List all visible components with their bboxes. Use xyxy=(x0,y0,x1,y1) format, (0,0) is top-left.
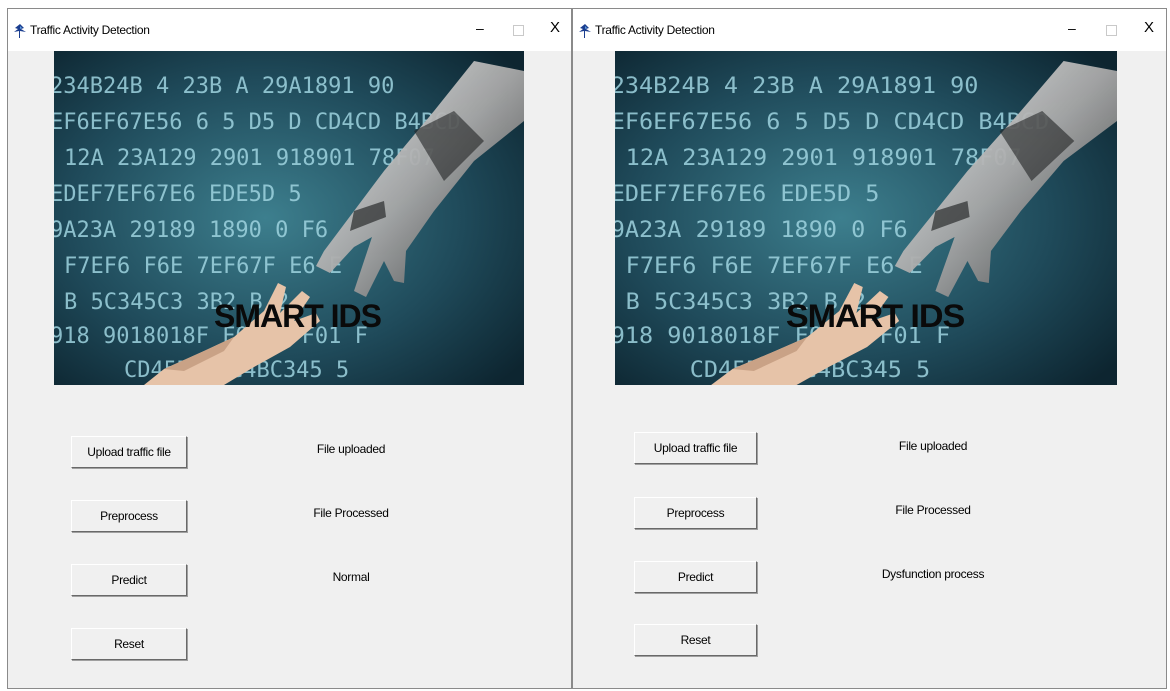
prediction-result-label: Dysfunction process xyxy=(881,567,985,581)
smart-ids-banner-image: 234B24B 4 23B A 29A1891 90 EF6EF67E56 6 … xyxy=(615,51,1117,385)
upload-status-label: File uploaded xyxy=(898,439,968,453)
close-button[interactable]: X xyxy=(550,18,560,38)
upload-traffic-file-button[interactable]: Upload traffic file xyxy=(71,436,187,468)
maximize-button[interactable] xyxy=(1106,25,1117,36)
predict-button[interactable]: Predict xyxy=(71,564,187,596)
title-bar[interactable]: Traffic Activity Detection – X xyxy=(573,9,1166,51)
hex-row: EDEF7EF67E6 EDE5D 5 xyxy=(54,182,302,207)
window-title: Traffic Activity Detection xyxy=(595,23,715,37)
banner-art: 234B24B 4 23B A 29A1891 90 EF6EF67E56 6 … xyxy=(54,51,524,385)
minimize-button[interactable]: – xyxy=(1068,18,1076,38)
hex-row: 234B24B 4 23B A 29A1891 90 xyxy=(54,74,394,99)
app-feather-icon xyxy=(579,24,591,38)
hex-row: F7EF6 F6E 7EF67F E6 E xyxy=(626,254,923,279)
hex-row: 12A 23A129 2901 918901 78F07 xyxy=(64,146,435,171)
banner-art: 234B24B 4 23B A 29A1891 90 EF6EF67E56 6 … xyxy=(615,51,1117,385)
upload-status-label: File uploaded xyxy=(316,442,386,456)
minimize-button[interactable]: – xyxy=(476,18,484,38)
hex-row: EF6EF67E56 6 5 D5 D CD4CD B4BCD xyxy=(615,110,1049,135)
preprocess-button[interactable]: Preprocess xyxy=(71,500,187,532)
banner-title: SMART IDS xyxy=(214,298,382,334)
hex-row: 9A23A 29189 1890 0 F6 xyxy=(615,218,908,243)
hex-row: 234B24B 4 23B A 29A1891 90 xyxy=(615,74,978,99)
hex-row: F7EF6 F6E 7EF67F E6 E xyxy=(64,254,342,279)
maximize-button[interactable] xyxy=(513,25,524,36)
prediction-result-label: Normal xyxy=(332,570,370,584)
preprocess-button[interactable]: Preprocess xyxy=(634,497,757,529)
hex-row: EDEF7EF67E6 EDE5D 5 xyxy=(615,182,879,207)
hex-row: 9A23A 29189 1890 0 F6 xyxy=(54,218,328,243)
upload-traffic-file-button[interactable]: Upload traffic file xyxy=(634,432,757,464)
app-feather-icon xyxy=(14,24,26,38)
smart-ids-banner-image: 234B24B 4 23B A 29A1891 90 EF6EF67E56 6 … xyxy=(54,51,524,385)
reset-button[interactable]: Reset xyxy=(71,628,187,660)
close-button[interactable]: X xyxy=(1144,18,1154,38)
traffic-detection-window-left: Traffic Activity Detection – X 234B24B 4… xyxy=(7,8,572,689)
hex-row: EF6EF67E56 6 5 D5 D CD4CD B4BCD xyxy=(54,110,461,135)
preprocess-status-label: File Processed xyxy=(895,503,971,517)
reset-button[interactable]: Reset xyxy=(634,624,757,656)
traffic-detection-window-right: Traffic Activity Detection – X 234B24B 4… xyxy=(572,8,1167,689)
banner-title: SMART IDS xyxy=(786,299,964,335)
predict-button[interactable]: Predict xyxy=(634,561,757,593)
preprocess-status-label: File Processed xyxy=(313,506,389,520)
hex-row: 12A 23A129 2901 918901 78F07 xyxy=(626,146,1022,171)
window-title: Traffic Activity Detection xyxy=(30,23,150,37)
title-bar[interactable]: Traffic Activity Detection – X xyxy=(8,9,571,51)
